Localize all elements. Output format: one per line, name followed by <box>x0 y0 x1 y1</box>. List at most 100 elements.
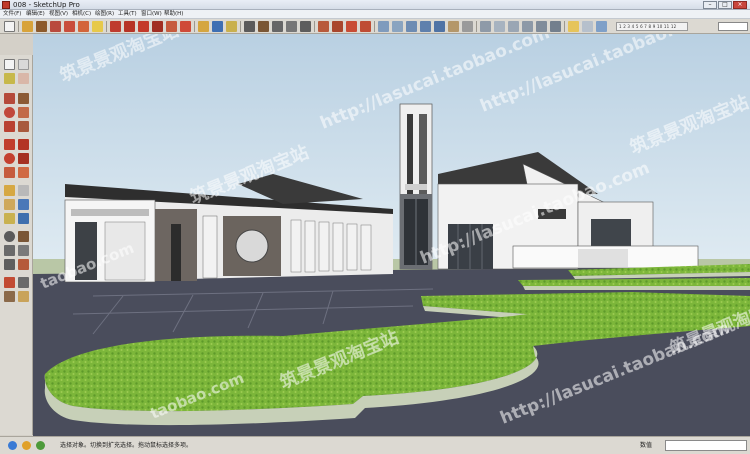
offset-icon[interactable] <box>18 167 29 178</box>
iso-view-icon[interactable] <box>480 21 491 32</box>
walk-icon[interactable] <box>360 21 371 32</box>
rotate-icon[interactable] <box>4 153 15 164</box>
left-view-icon[interactable] <box>550 21 561 32</box>
component-icon[interactable] <box>18 59 29 70</box>
close-button[interactable]: × <box>733 1 747 9</box>
pan-icon[interactable] <box>258 21 269 32</box>
back-view-icon[interactable] <box>536 21 547 32</box>
select-icon[interactable] <box>4 21 15 32</box>
protractor-icon[interactable] <box>4 199 15 210</box>
window-title: 008 - SketchUp Pro <box>13 1 80 9</box>
section-plane-icon[interactable] <box>18 291 29 302</box>
walk-icon[interactable] <box>4 291 15 302</box>
next-view-icon[interactable] <box>332 21 343 32</box>
shadows-icon[interactable] <box>568 21 579 32</box>
scale-icon[interactable] <box>4 167 15 178</box>
menu-draw[interactable]: 绘图(R) <box>95 10 114 19</box>
eraser-icon[interactable] <box>22 21 33 32</box>
sketchup-window: 008 - SketchUp Pro – □ × 文件(F) 编辑(E) 视图(… <box>0 0 750 454</box>
push-pull-icon[interactable] <box>124 21 135 32</box>
pencil-icon[interactable] <box>36 21 47 32</box>
toolbar-separator <box>476 21 477 32</box>
zoom-icon[interactable] <box>4 245 15 256</box>
zoom-icon[interactable] <box>272 21 283 32</box>
textured-icon[interactable] <box>448 21 459 32</box>
tape-measure-icon[interactable] <box>198 21 209 32</box>
model-viewport[interactable]: 筑景景观淘宝站 http://lasucai.taobao.com 筑景景观淘宝… <box>33 34 750 436</box>
orbit-icon[interactable] <box>4 231 15 242</box>
toolbar-separator <box>314 21 315 32</box>
paint-bucket-icon[interactable] <box>4 73 15 84</box>
circle-icon[interactable] <box>4 107 15 118</box>
hidden-line-icon[interactable] <box>420 21 431 32</box>
text-icon[interactable] <box>18 199 29 210</box>
zoom-window-icon[interactable] <box>18 245 29 256</box>
menu-window[interactable]: 窗口(W) <box>141 10 162 19</box>
scale-icon[interactable] <box>166 21 177 32</box>
previous-view-icon[interactable] <box>18 259 29 270</box>
measurements-label: 数值 <box>640 442 653 449</box>
maximize-button[interactable]: □ <box>718 1 732 9</box>
shadow-time-input[interactable] <box>718 22 748 31</box>
help-icon[interactable] <box>36 441 45 450</box>
offset-icon[interactable] <box>180 21 191 32</box>
menu-camera[interactable]: 相机(C) <box>72 10 91 19</box>
axes-icon[interactable] <box>226 21 237 32</box>
move-icon[interactable] <box>4 139 15 150</box>
select-icon[interactable] <box>4 59 15 70</box>
credits-icon[interactable] <box>22 441 31 450</box>
rectangle-icon[interactable] <box>4 93 15 104</box>
menu-file[interactable]: 文件(F) <box>3 10 21 19</box>
right-view-icon[interactable] <box>522 21 533 32</box>
xray-icon[interactable] <box>378 21 389 32</box>
model-scene <box>33 34 750 436</box>
shaded-icon[interactable] <box>434 21 445 32</box>
rotate-icon[interactable] <box>138 21 149 32</box>
menu-edit[interactable]: 编辑(E) <box>26 10 45 19</box>
3d-text-icon[interactable] <box>18 213 29 224</box>
axes-icon[interactable] <box>4 213 15 224</box>
push-pull-icon[interactable] <box>18 139 29 150</box>
orbit-icon[interactable] <box>244 21 255 32</box>
line-icon[interactable] <box>18 93 29 104</box>
circle-icon[interactable] <box>78 21 89 32</box>
zoom-extents-icon[interactable] <box>300 21 311 32</box>
section-plane-icon[interactable] <box>596 21 607 32</box>
rectangle-icon[interactable] <box>64 21 75 32</box>
tape-measure-icon[interactable] <box>4 185 15 196</box>
fog-icon[interactable] <box>582 21 593 32</box>
menu-help[interactable]: 帮助(H) <box>164 10 183 19</box>
text-icon[interactable] <box>212 21 223 32</box>
zoom-window-icon[interactable] <box>286 21 297 32</box>
minimize-button[interactable]: – <box>703 1 717 9</box>
wireframe-icon[interactable] <box>406 21 417 32</box>
title-bar: 008 - SketchUp Pro – □ × <box>0 0 750 10</box>
eraser-icon[interactable] <box>18 73 29 84</box>
arc-icon[interactable] <box>18 107 29 118</box>
position-camera-icon[interactable] <box>346 21 357 32</box>
monochrome-icon[interactable] <box>462 21 473 32</box>
polygon-icon[interactable] <box>92 21 103 32</box>
arc-icon[interactable] <box>50 21 61 32</box>
follow-me-icon[interactable] <box>152 21 163 32</box>
geo-location-icon[interactable] <box>8 441 17 450</box>
pan-icon[interactable] <box>18 231 29 242</box>
back-edges-icon[interactable] <box>392 21 403 32</box>
menu-view[interactable]: 视图(V) <box>49 10 68 19</box>
status-bar: 选择对象。切换到扩充选择。拖动鼠标选择多项。 数值 <box>0 436 750 454</box>
zoom-extents-icon[interactable] <box>4 259 15 270</box>
move-icon[interactable] <box>110 21 121 32</box>
freehand-icon[interactable] <box>18 121 29 132</box>
main-toolbar: 1 2 3 4 5 6 7 8 9 10 11 12 <box>0 19 750 34</box>
front-view-icon[interactable] <box>508 21 519 32</box>
top-view-icon[interactable] <box>494 21 505 32</box>
follow-me-icon[interactable] <box>18 153 29 164</box>
dimension-icon[interactable] <box>18 185 29 196</box>
position-camera-icon[interactable] <box>4 277 15 288</box>
measurements-input[interactable] <box>665 440 747 451</box>
look-around-icon[interactable] <box>18 277 29 288</box>
bell-tower <box>399 103 433 270</box>
polygon-icon[interactable] <box>4 121 15 132</box>
previous-view-icon[interactable] <box>318 21 329 32</box>
menu-tools[interactable]: 工具(T) <box>118 10 137 19</box>
